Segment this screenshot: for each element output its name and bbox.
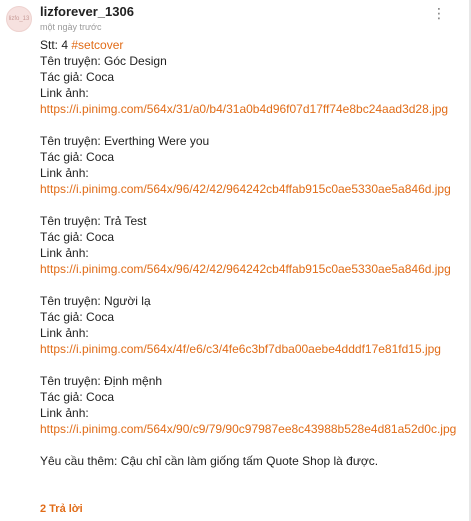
author-label: Tác giả: bbox=[40, 150, 83, 164]
username[interactable]: lizforever_1306 bbox=[40, 4, 441, 20]
author-label: Tác giả: bbox=[40, 230, 83, 244]
link-label: Link ảnh: bbox=[40, 326, 89, 340]
image-link[interactable]: https://i.pinimg.com/564x/4f/e6/c3/4fe6c… bbox=[40, 341, 468, 357]
author-name: Coca bbox=[86, 310, 115, 324]
author-label: Tác giả: bbox=[40, 70, 83, 84]
story-label: Tên truyện: bbox=[40, 294, 101, 308]
story-title: Định mệnh bbox=[104, 374, 163, 388]
image-link[interactable]: https://i.pinimg.com/564x/31/a0/b4/31a0b… bbox=[40, 101, 468, 117]
post-body: Stt: 4 #setcover Tên truyện: Góc Design … bbox=[40, 37, 468, 469]
story-label: Tên truyện: bbox=[40, 134, 101, 148]
entry: Tên truyện: Người lạ Tác giả: Coca Link … bbox=[40, 293, 468, 357]
story-label: Tên truyện: bbox=[40, 54, 101, 68]
story-title: Trả Test bbox=[103, 214, 147, 228]
request-text: Yêu cầu thêm: Cậu chỉ cần làm giống tấm … bbox=[40, 454, 379, 468]
link-label: Link ảnh: bbox=[40, 166, 89, 180]
timestamp: một ngày trước bbox=[40, 22, 102, 32]
entry: Tên truyện: Everthing Were you Tác giả: … bbox=[40, 133, 468, 197]
author-name: Coca bbox=[86, 70, 115, 84]
story-label: Tên truyện: bbox=[40, 214, 101, 228]
link-label: Link ảnh: bbox=[40, 86, 89, 100]
replies-button[interactable]: 2 Trả lời bbox=[40, 503, 83, 515]
post-card: lizfo_13 lizforever_1306 một ngày trước … bbox=[0, 0, 471, 521]
link-label: Link ảnh: bbox=[40, 246, 89, 260]
author-name: Coca bbox=[86, 150, 115, 164]
image-link[interactable]: https://i.pinimg.com/564x/96/42/42/96424… bbox=[40, 181, 468, 197]
entry: Tên truyện: Góc Design Tác giả: Coca Lin… bbox=[40, 53, 468, 117]
author-label: Tác giả: bbox=[40, 390, 83, 404]
entry: Tên truyện: Trả Test Tác giả: Coca Link … bbox=[40, 213, 468, 277]
author-label: Tác giả: bbox=[40, 310, 83, 324]
image-link[interactable]: https://i.pinimg.com/564x/90/c9/79/90c97… bbox=[40, 421, 468, 437]
story-title: Everthing Were you bbox=[104, 134, 210, 148]
story-label: Tên truyện: bbox=[40, 374, 101, 388]
link-label: Link ảnh: bbox=[40, 406, 89, 420]
stt-label: Stt: 4 bbox=[40, 38, 69, 52]
post-header: lizforever_1306 một ngày trước bbox=[40, 4, 441, 33]
story-title: Góc Design bbox=[104, 54, 167, 68]
avatar[interactable]: lizfo_13 bbox=[6, 6, 32, 32]
author-name: Coca bbox=[86, 230, 115, 244]
entry: Tên truyện: Định mệnh Tác giả: Coca Link… bbox=[40, 373, 468, 437]
author-name: Coca bbox=[86, 390, 115, 404]
hashtag-link[interactable]: #setcover bbox=[71, 38, 123, 52]
story-title: Người lạ bbox=[104, 294, 151, 308]
more-options-icon[interactable]: ⋮ bbox=[432, 6, 447, 20]
image-link[interactable]: https://i.pinimg.com/564x/96/42/42/96424… bbox=[40, 261, 468, 277]
stt-line: Stt: 4 #setcover bbox=[40, 37, 468, 53]
